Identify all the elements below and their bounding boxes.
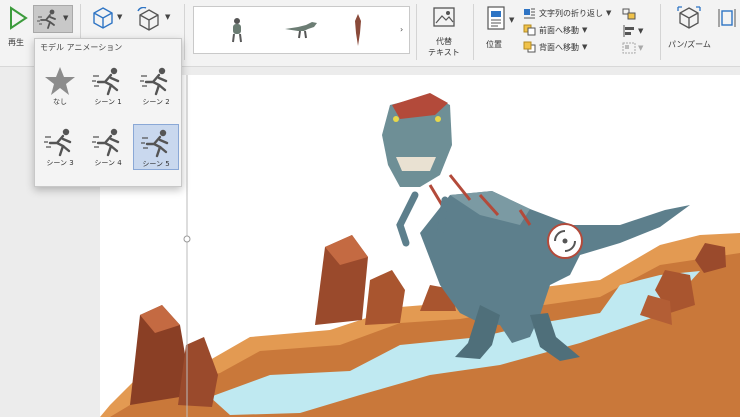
play-icon bbox=[10, 6, 28, 30]
runner-icon bbox=[37, 9, 56, 29]
animation-option-label: シーン 3 bbox=[46, 159, 74, 167]
align-icon[interactable] bbox=[622, 25, 636, 37]
view-thumbnail-side[interactable] bbox=[284, 19, 318, 39]
model-animation-button[interactable]: ▼ bbox=[33, 5, 73, 33]
3d-model-dinosaur-scene[interactable] bbox=[100, 75, 740, 417]
pan-zoom-label: パン/ズーム bbox=[668, 40, 711, 49]
send-backward-label: 背面へ移動 bbox=[539, 42, 579, 52]
send-backward-icon bbox=[523, 41, 536, 53]
chevron-down-icon: ▼ bbox=[63, 14, 69, 22]
runner-icon bbox=[44, 128, 72, 157]
runner-icon bbox=[141, 129, 169, 158]
animation-option-label: シーン 4 bbox=[94, 159, 122, 167]
selection-pane-icon[interactable] bbox=[622, 8, 636, 20]
star-icon bbox=[45, 67, 75, 95]
position-label: 位置 bbox=[486, 40, 502, 49]
play-button[interactable]: 再生 bbox=[2, 4, 32, 48]
wrap-text-label: 文字列の折り返し bbox=[539, 8, 603, 18]
alt-text-button[interactable]: 代替 テキスト bbox=[424, 6, 464, 60]
gallery-scroll-arrow[interactable]: › bbox=[400, 25, 403, 34]
animation-option-label: シーン 2 bbox=[142, 98, 170, 106]
animation-option-label: シーン 1 bbox=[94, 98, 122, 106]
runner-icon bbox=[92, 128, 120, 157]
bring-forward-label: 前面へ移動 bbox=[539, 25, 579, 35]
chevron-down-icon: ▼ bbox=[117, 13, 123, 21]
model-animation-dropdown: モデル アニメーション なし シーン 1 シーン 2 シーン 3 シーン 4 シ… bbox=[34, 38, 182, 187]
chevron-down-icon: ▼ bbox=[582, 26, 588, 34]
animation-option-label: シーン 5 bbox=[142, 160, 170, 168]
send-backward-button[interactable]: 背面へ移動 ▼ bbox=[523, 41, 587, 53]
alt-text-label-1: 代替 bbox=[436, 37, 452, 46]
insert-3d-model-button[interactable]: ▼ bbox=[92, 5, 134, 33]
dropdown-title: モデル アニメーション bbox=[40, 43, 123, 52]
bring-forward-button[interactable]: 前面へ移動 ▼ bbox=[523, 24, 587, 36]
view-thumbnail-top[interactable] bbox=[352, 13, 364, 47]
runner-icon bbox=[92, 67, 120, 96]
chevron-down-icon: ▼ bbox=[638, 27, 644, 35]
wrap-text-button[interactable]: 文字列の折り返し ▼ bbox=[523, 7, 611, 19]
chevron-down-icon: ▼ bbox=[638, 44, 644, 52]
animation-option-scene-3[interactable]: シーン 3 bbox=[37, 124, 83, 170]
position-icon bbox=[487, 6, 505, 30]
animation-option-scene-4[interactable]: シーン 4 bbox=[85, 124, 131, 170]
chevron-down-icon: ▼ bbox=[165, 13, 171, 21]
group-icon[interactable] bbox=[622, 42, 636, 54]
chevron-down-icon: ▼ bbox=[582, 43, 588, 51]
animation-option-none[interactable]: なし bbox=[37, 63, 83, 109]
chevron-down-icon: ▼ bbox=[606, 9, 612, 17]
size-icon[interactable] bbox=[718, 8, 736, 28]
slide-canvas[interactable] bbox=[100, 75, 740, 417]
animation-option-label: なし bbox=[53, 98, 67, 106]
reset-cube-icon bbox=[137, 7, 159, 31]
pan-zoom-icon bbox=[677, 6, 701, 29]
alt-text-icon bbox=[433, 7, 455, 27]
wrap-text-icon bbox=[524, 8, 535, 19]
play-label: 再生 bbox=[8, 38, 24, 47]
runner-icon bbox=[140, 67, 168, 96]
3d-view-gallery: › bbox=[193, 6, 410, 54]
view-thumbnail-front[interactable] bbox=[230, 17, 244, 43]
alt-text-label-2: テキスト bbox=[428, 48, 460, 57]
animation-option-scene-1[interactable]: シーン 1 bbox=[85, 63, 131, 109]
bring-forward-icon bbox=[523, 24, 536, 36]
chevron-down-icon: ▼ bbox=[509, 16, 515, 24]
animation-option-scene-2[interactable]: シーン 2 bbox=[133, 63, 179, 109]
reset-3d-model-button[interactable]: ▼ bbox=[136, 5, 178, 33]
animation-option-scene-5[interactable]: シーン 5 bbox=[133, 124, 179, 170]
position-button[interactable]: ▼ 位置 bbox=[480, 6, 516, 60]
cube-icon bbox=[93, 7, 113, 29]
pan-zoom-button[interactable]: パン/ズーム bbox=[666, 6, 711, 60]
